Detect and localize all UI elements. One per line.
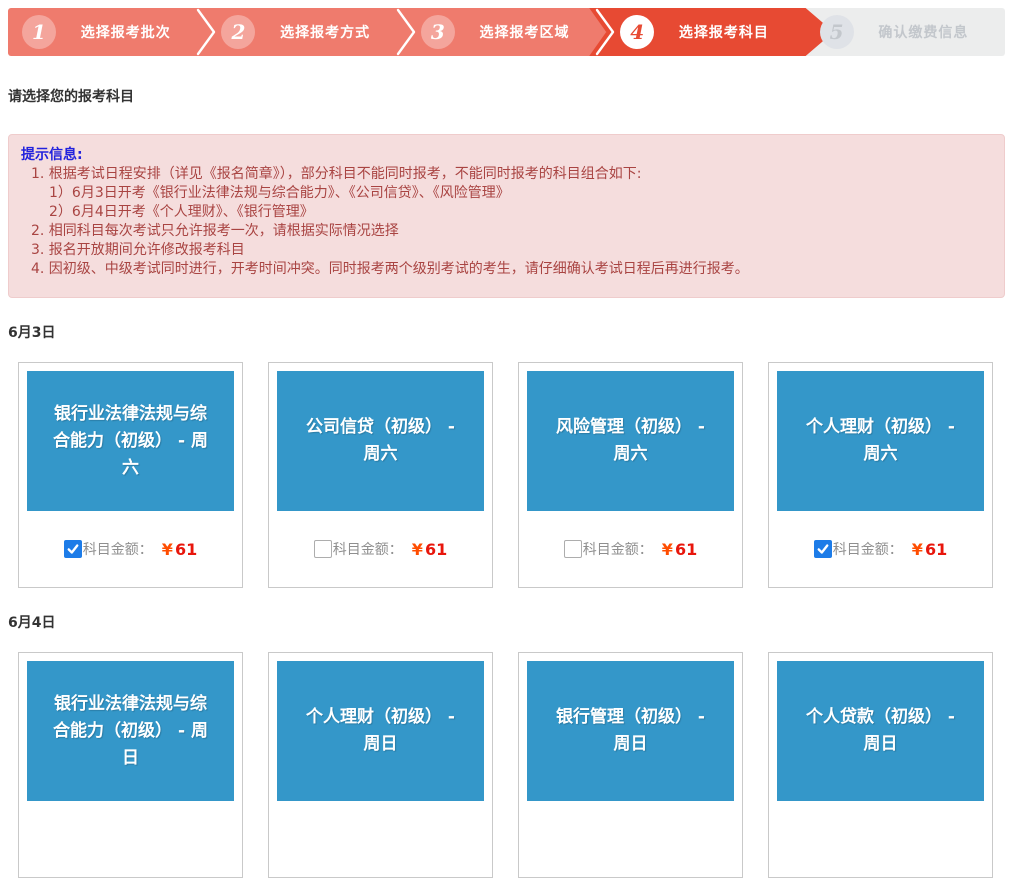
notice-line: 1. 根据考试日程安排（详见《报名简章》），部分科目不能同时报考，不能同时报考的… [31, 165, 988, 184]
fee-amount: 61 [675, 540, 697, 559]
subject-card[interactable]: 银行业法律法规与综合能力（初级） - 周六 科目金额： ¥ 61 [18, 362, 243, 588]
subject-title: 个人理财（初级） - 周六 [798, 414, 963, 468]
subject-card-header[interactable]: 银行管理（初级） - 周日 [527, 661, 734, 801]
notice-line: 3. 报名开放期间允许修改报考科目 [31, 241, 988, 260]
notice-line: 1）6月3日开考《银行业法律法规与综合能力》、《公司信贷》、《风险管理》 [49, 184, 988, 203]
step-number: 1 [32, 22, 46, 42]
fee-label: 科目金额： [83, 539, 153, 559]
step[interactable]: 3 选择报考区域 [407, 8, 606, 56]
subject-checkbox[interactable] [564, 540, 582, 558]
subject-title: 银行业法律法规与综合能力（初级） - 周日 [48, 691, 213, 772]
fee-amount: 61 [175, 540, 197, 559]
subject-card-footer: 科目金额： ¥ 61 [277, 511, 484, 587]
subject-checkbox[interactable] [314, 540, 332, 558]
step-number-badge: 3 [421, 15, 455, 49]
notice-lines: 1. 根据考试日程安排（详见《报名简章》），部分科目不能同时报考，不能同时报考的… [21, 165, 988, 279]
notice-box: 提示信息: 1. 根据考试日程安排（详见《报名简章》），部分科目不能同时报考，不… [8, 134, 1005, 298]
subject-card-header[interactable]: 个人贷款（初级） - 周日 [777, 661, 984, 801]
section-date-label: 6月3日 [8, 322, 1013, 342]
subject-title: 银行管理（初级） - 周日 [548, 704, 713, 758]
step-number: 5 [830, 22, 844, 42]
step-number-badge: 1 [22, 15, 56, 49]
subject-card-header[interactable]: 银行业法律法规与综合能力（初级） - 周六 [27, 371, 234, 511]
step-number-badge: 2 [221, 15, 255, 49]
step-label: 选择报考区域 [455, 22, 606, 42]
subject-card-header[interactable]: 个人理财（初级） - 周日 [277, 661, 484, 801]
subject-card-header[interactable]: 银行业法律法规与综合能力（初级） - 周日 [27, 661, 234, 801]
fee-label: 科目金额： [833, 539, 903, 559]
subject-card[interactable]: 银行管理（初级） - 周日 [518, 652, 743, 878]
subject-title: 个人理财（初级） - 周日 [298, 704, 463, 758]
subject-checkbox[interactable] [64, 540, 82, 558]
fee-currency-symbol: ¥ [662, 540, 673, 559]
checkmark-icon [66, 542, 80, 556]
subject-card[interactable]: 银行业法律法规与综合能力（初级） - 周日 [18, 652, 243, 878]
progress-stepbar: 1 选择报考批次 2 选择报考方式 3 选择报考区域 4 选择报考科目 5 确认… [8, 8, 1005, 56]
step[interactable]: 5 确认缴费信息 [806, 8, 1005, 56]
step[interactable]: 2 选择报考方式 [207, 8, 406, 56]
subject-title: 银行业法律法规与综合能力（初级） - 周六 [48, 401, 213, 482]
step-label: 选择报考方式 [255, 22, 406, 42]
step-number: 2 [231, 22, 245, 42]
fee-currency-symbol: ¥ [912, 540, 923, 559]
step-number-badge: 5 [820, 15, 854, 49]
step[interactable]: 4 选择报考科目 [606, 8, 805, 56]
subject-cards-row: 银行业法律法规与综合能力（初级） - 周六 科目金额： ¥ 61 公司信贷（初级… [18, 362, 1013, 588]
section-date-label: 6月4日 [8, 612, 1013, 632]
step[interactable]: 1 选择报考批次 [8, 8, 207, 56]
subject-checkbox[interactable] [814, 540, 832, 558]
date-section: 6月4日 银行业法律法规与综合能力（初级） - 周日 个人理财（初级） - 周日… [0, 612, 1013, 878]
fee-currency-symbol: ¥ [162, 540, 173, 559]
step-number: 3 [431, 22, 445, 42]
subject-card-header[interactable]: 风险管理（初级） - 周六 [527, 371, 734, 511]
date-section: 6月3日 银行业法律法规与综合能力（初级） - 周六 科目金额： ¥ 61 公司… [0, 322, 1013, 588]
fee-amount: 61 [425, 540, 447, 559]
fee-amount: 61 [925, 540, 947, 559]
subject-sections: 6月3日 银行业法律法规与综合能力（初级） - 周六 科目金额： ¥ 61 公司… [0, 322, 1013, 878]
subject-card[interactable]: 公司信贷（初级） - 周六 科目金额： ¥ 61 [268, 362, 493, 588]
subject-cards-row: 银行业法律法规与综合能力（初级） - 周日 个人理财（初级） - 周日 银行管理… [18, 652, 1013, 878]
notice-title: 提示信息: [21, 146, 988, 165]
subject-card[interactable]: 风险管理（初级） - 周六 科目金额： ¥ 61 [518, 362, 743, 588]
subject-card-footer: 科目金额： ¥ 61 [777, 511, 984, 587]
step-number-badge: 4 [620, 15, 654, 49]
subject-title: 风险管理（初级） - 周六 [548, 414, 713, 468]
step-number: 4 [630, 22, 644, 42]
subject-card[interactable]: 个人理财（初级） - 周日 [268, 652, 493, 878]
checkmark-icon [816, 542, 830, 556]
notice-line: 2）6月4日开考《个人理财》、《银行管理》 [49, 203, 988, 222]
subject-card[interactable]: 个人贷款（初级） - 周日 [768, 652, 993, 878]
page-title: 请选择您的报考科目 [8, 86, 1013, 106]
notice-line: 4. 因初级、中级考试同时进行，开考时间冲突。同时报考两个级别考试的考生，请仔细… [31, 260, 988, 279]
fee-currency-symbol: ¥ [412, 540, 423, 559]
subject-title: 公司信贷（初级） - 周六 [298, 414, 463, 468]
step-label: 选择报考批次 [56, 22, 207, 42]
subject-card[interactable]: 个人理财（初级） - 周六 科目金额： ¥ 61 [768, 362, 993, 588]
subject-card-header[interactable]: 个人理财（初级） - 周六 [777, 371, 984, 511]
subject-card-footer: 科目金额： ¥ 61 [27, 511, 234, 587]
step-label: 选择报考科目 [654, 22, 805, 42]
fee-label: 科目金额： [333, 539, 403, 559]
notice-line: 2. 相同科目每次考试只允许报考一次，请根据实际情况选择 [31, 222, 988, 241]
subject-title: 个人贷款（初级） - 周日 [798, 704, 963, 758]
fee-label: 科目金额： [583, 539, 653, 559]
subject-card-footer: 科目金额： ¥ 61 [527, 511, 734, 587]
step-label: 确认缴费信息 [854, 22, 1005, 42]
subject-card-header[interactable]: 公司信贷（初级） - 周六 [277, 371, 484, 511]
